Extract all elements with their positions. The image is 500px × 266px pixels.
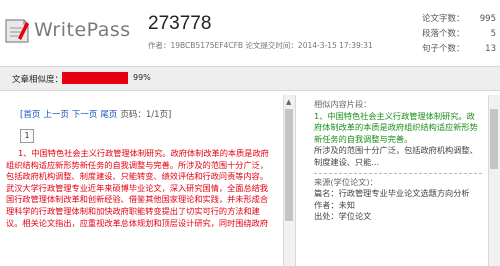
source-author: 未知	[338, 199, 355, 210]
similarity-panel: 相似内容片段： 1、中国特色社会主义行政管理体制研究。政府体制改革的本质是政府组…	[296, 95, 486, 266]
scroll-thumb[interactable]	[490, 109, 498, 169]
source-author-row: 作者：未知	[314, 200, 482, 212]
nav-prev-link[interactable]: 上一页	[43, 110, 69, 120]
stat-label: 论文字数：	[422, 14, 465, 24]
header: WritePass 273778 作者：19BCB5175EF4CFB 论文提交…	[0, 0, 500, 62]
divider	[314, 172, 482, 174]
stat-value: 13	[485, 44, 496, 54]
page-number-box: 1	[20, 129, 34, 143]
similar-content-title: 相似内容片段：	[314, 99, 372, 109]
source-name-label: 篇名：	[314, 188, 339, 199]
scroll-up-arrow-icon[interactable]: ▲	[286, 98, 291, 106]
document-panel: [首页 上一页 下一页 尾页 页码：1/1页] 1 1、中国特色社会主义行政管理体制研究…	[0, 95, 283, 266]
stat-label: 段落个数：	[422, 29, 465, 39]
source-origin: 学位论文	[338, 211, 372, 222]
source-author-label: 作者：	[314, 199, 339, 210]
similarity-label: 文章相似度：	[12, 75, 64, 85]
similar-content-text: 1、中国特色社会主义行政管理体制研究。政府体制改革的本质是政府组织结构适应新形势…	[314, 110, 478, 144]
stat-word-count: 论文字数： 995	[422, 12, 496, 27]
source-name: 行政管理专业毕业论文选题方向分析	[338, 188, 470, 199]
document-scrollbar[interactable]: ▲	[283, 95, 296, 266]
main-area: [首页 上一页 下一页 尾页 页码：1/1页] 1 1、中国特色社会主义行政管理体制研究…	[0, 95, 500, 266]
scroll-thumb[interactable]	[285, 109, 293, 221]
similarity-percent: 99%	[133, 73, 151, 82]
stat-sentence-count: 句子个数： 13	[422, 42, 496, 57]
source-name-row: 篇名：行政管理专业毕业论文选题方向分析	[314, 188, 482, 200]
nav-last-link[interactable]: 尾页	[100, 110, 117, 120]
stat-value: 5	[490, 29, 496, 39]
similarity-scrollbar[interactable]	[488, 95, 500, 266]
document-meta: 作者：19BCB5175EF4CFB 论文提交时间：2014-3-15 17:3…	[148, 41, 373, 50]
source-origin-label: 出处：	[314, 211, 339, 222]
writepass-logo: WritePass	[4, 16, 130, 46]
stat-label: 句子个数：	[422, 44, 465, 54]
nav-next-link[interactable]: 下一页	[72, 110, 98, 120]
writepass-logo-icon	[5, 19, 29, 43]
logo-text: WritePass	[34, 19, 131, 41]
stat-paragraph-count: 段落个数： 5	[422, 27, 496, 42]
document-stats: 论文字数： 995 段落个数： 5 句子个数： 13	[422, 12, 496, 57]
document-id: 273778	[148, 13, 212, 34]
nav-first-link[interactable]: [首页	[20, 110, 40, 120]
similar-content-tail: 所涉及的范围十分广泛，包括政府机构调整、制度建设、只能...	[314, 145, 478, 167]
stat-value: 995	[479, 14, 496, 24]
similarity-bar	[62, 72, 128, 84]
pagination-nav: [首页 上一页 下一页 尾页 页码：1/1页]	[20, 108, 171, 120]
source-title: 来源(学位论文)：	[314, 176, 378, 187]
similarity-row: 文章相似度： 99%	[0, 66, 500, 91]
source-origin-row: 出处：学位论文	[314, 211, 482, 223]
page-info: 页码：1/1页]	[120, 110, 172, 120]
document-content: 1、中国特色社会主义行政管理体制研究。政府体制改革的本质是政府组织结构适应新形势…	[6, 148, 269, 228]
